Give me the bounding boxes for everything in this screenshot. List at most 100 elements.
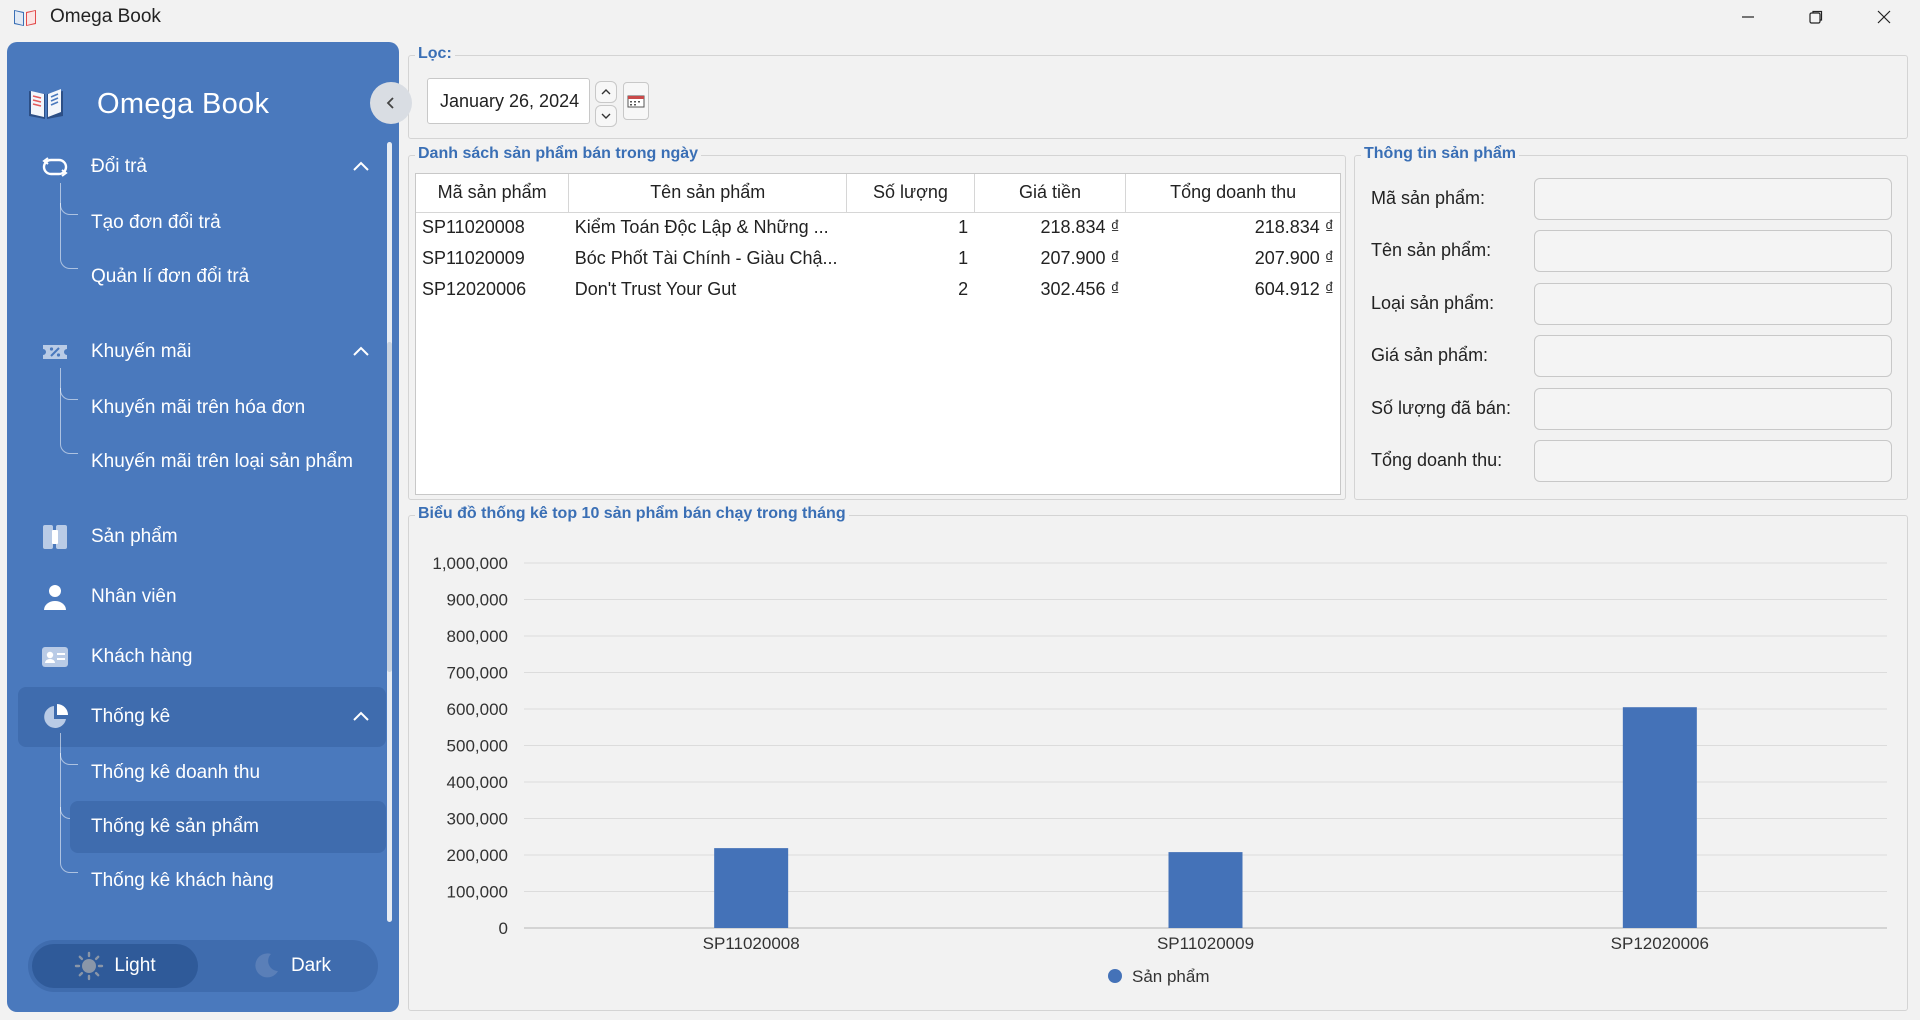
sidebar-collapse-button[interactable] xyxy=(370,82,412,124)
column-header-total-revenue[interactable]: Tổng doanh thu xyxy=(1125,174,1340,213)
field-label: Tổng doanh thu: xyxy=(1371,450,1503,470)
legend-marker xyxy=(1108,969,1122,983)
sidebar-item-label: Tạo đơn đổi trả xyxy=(91,212,221,233)
table-row[interactable]: SP11020009 Bóc Phốt Tài Chính - Giàu Chậ… xyxy=(416,243,1340,274)
date-input[interactable]: January 26, 2024 xyxy=(427,78,590,124)
filter-legend: Lọc: xyxy=(415,45,455,63)
scrollbar-thumb[interactable] xyxy=(387,342,392,672)
brand-name: Omega Book xyxy=(97,87,270,120)
product-price-field[interactable] xyxy=(1534,335,1892,377)
calendar-button[interactable] xyxy=(623,82,649,120)
sidebar-menu: Đổi trả Tạo đơn đổi trả Quản lí đơn đổi … xyxy=(7,137,387,937)
legend-label: Sản phẩm xyxy=(1132,967,1210,986)
close-button[interactable] xyxy=(1850,0,1918,34)
product-info-panel: Thông tin sản phẩm Mã sản phẩm: Tên sản … xyxy=(1354,145,1908,500)
minimize-button[interactable] xyxy=(1714,0,1782,34)
quantity-sold-field[interactable] xyxy=(1534,388,1892,430)
sidebar-item-label: Khách hàng xyxy=(91,646,193,667)
sidebar-item-label: Nhân viên xyxy=(91,586,177,607)
x-tick-label: SP11020008 xyxy=(703,934,800,953)
calendar-icon xyxy=(627,95,645,108)
info-row-product-price: Giá sản phẩm: xyxy=(1371,335,1892,377)
theme-toggle[interactable]: Light Dark xyxy=(28,940,378,992)
y-tick-label: 300,000 xyxy=(447,810,508,829)
column-header-quantity[interactable]: Số lượng xyxy=(846,174,975,213)
chart-bar xyxy=(1168,852,1243,928)
cell-price: 302.456 ₫ xyxy=(1040,279,1120,299)
light-theme-option[interactable]: Light xyxy=(32,944,198,988)
column-header-product-name[interactable]: Tên sản phẩm xyxy=(568,174,848,213)
total-revenue-field[interactable] xyxy=(1534,440,1892,482)
cell-product-id: SP11020008 xyxy=(422,217,525,238)
sidebar-item-label: Sản phẩm xyxy=(91,526,178,547)
product-name-field[interactable] xyxy=(1534,230,1892,272)
info-row-quantity-sold: Số lượng đã bán: xyxy=(1371,388,1892,430)
sidebar-item-label: Thống kê sản phẩm xyxy=(91,816,259,837)
y-tick-label: 500,000 xyxy=(447,737,508,756)
book-logo-icon xyxy=(29,89,63,119)
chart-panel: Biểu đồ thống kê top 10 sản phẩm bán chạ… xyxy=(408,505,1908,1011)
moon-icon xyxy=(255,953,278,978)
column-header-price[interactable]: Giá tiền xyxy=(974,174,1127,213)
cell-price: 218.834 ₫ xyxy=(1040,217,1120,238)
cell-total-revenue: 218.834 ₫ xyxy=(1254,217,1334,238)
product-list-panel: Danh sách sản phẩm bán trong ngày Mã sản… xyxy=(408,145,1346,500)
chevron-left-icon xyxy=(386,97,394,109)
table-row[interactable]: SP11020008 Kiểm Toán Độc Lập & Những ...… xyxy=(416,212,1340,243)
sidebar-item-products[interactable]: Sản phẩm xyxy=(18,507,386,567)
field-label: Giá sản phẩm: xyxy=(1371,345,1489,365)
light-theme-label: Light xyxy=(114,955,156,976)
y-tick-label: 700,000 xyxy=(447,664,508,683)
sun-icon xyxy=(75,951,104,981)
restore-icon xyxy=(1809,10,1823,24)
y-tick-label: 200,000 xyxy=(447,846,508,865)
field-label: Loại sản phẩm: xyxy=(1371,293,1495,313)
sidebar-item-customers[interactable]: Khách hàng xyxy=(18,627,386,687)
chevron-down-icon xyxy=(601,113,611,119)
sidebar-item-create-return[interactable]: Tạo đơn đổi trả xyxy=(70,197,386,249)
sidebar-item-label: Khuyến mãi trên loại sản phẩm xyxy=(91,451,353,472)
product-list-legend: Danh sách sản phẩm bán trong ngày xyxy=(415,145,702,163)
cell-quantity: 2 xyxy=(958,279,969,299)
minimize-icon xyxy=(1742,16,1754,18)
sidebar-item-invoice-promotion[interactable]: Khuyến mãi trên hóa đơn xyxy=(70,382,386,434)
employee-icon xyxy=(44,585,66,610)
date-decrement-button[interactable] xyxy=(595,105,617,127)
maximize-button[interactable] xyxy=(1782,0,1850,34)
dark-theme-option[interactable]: Dark xyxy=(208,944,374,988)
book-icon xyxy=(14,10,36,26)
dark-theme-label: Dark xyxy=(290,955,332,976)
cell-product-name: Don't Trust Your Gut xyxy=(574,279,737,299)
sidebar-item-manage-returns[interactable]: Quản lí đơn đổi trả xyxy=(70,251,386,303)
chevron-up-icon[interactable] xyxy=(350,156,372,178)
chevron-up-icon[interactable] xyxy=(350,341,372,363)
cell-product-id: SP11020009 xyxy=(422,248,525,268)
info-row-product-type: Loại sản phẩm: xyxy=(1371,283,1892,325)
sidebar-item-revenue-stats[interactable]: Thống kê doanh thu xyxy=(70,747,386,799)
y-tick-label: 0 xyxy=(499,919,508,938)
table-header-row: Mã sản phẩm Tên sản phẩm Số lượng Giá ti… xyxy=(416,174,1340,213)
x-tick-label: SP12020006 xyxy=(1611,934,1709,953)
sidebar-item-employees[interactable]: Nhân viên xyxy=(18,567,386,627)
column-header-product-id[interactable]: Mã sản phẩm xyxy=(416,174,570,213)
filter-panel: Lọc: January 26, 2024 xyxy=(408,45,1908,139)
y-tick-label: 900,000 xyxy=(447,591,508,610)
chevron-up-icon[interactable] xyxy=(350,706,372,728)
return-icon xyxy=(42,157,68,177)
x-tick-label: SP11020009 xyxy=(1157,934,1254,953)
title-bar: Omega Book xyxy=(0,0,1920,34)
sidebar-item-category-promotion[interactable]: Khuyến mãi trên loại sản phẩm xyxy=(70,436,386,488)
product-info-legend: Thông tin sản phẩm xyxy=(1361,145,1519,163)
sidebar-item-product-stats[interactable]: Thống kê sản phẩm xyxy=(70,801,386,853)
sidebar-item-label: Thống kê doanh thu xyxy=(91,762,261,783)
product-type-field[interactable] xyxy=(1534,283,1892,325)
sidebar-group-label: Thống kê xyxy=(91,706,171,727)
sidebar: Omega Book Đổi trả Tạo đơn đổi trả Quản … xyxy=(7,42,399,1012)
product-id-field[interactable] xyxy=(1534,178,1892,220)
product-icon xyxy=(43,525,67,549)
sidebar-item-customer-stats[interactable]: Thống kê khách hàng xyxy=(70,855,386,907)
table-row[interactable]: SP12020006 Don't Trust Your Gut 2 302.45… xyxy=(416,274,1340,305)
sidebar-scrollbar[interactable] xyxy=(387,142,392,922)
cell-quantity: 1 xyxy=(958,217,969,238)
date-increment-button[interactable] xyxy=(595,81,617,103)
